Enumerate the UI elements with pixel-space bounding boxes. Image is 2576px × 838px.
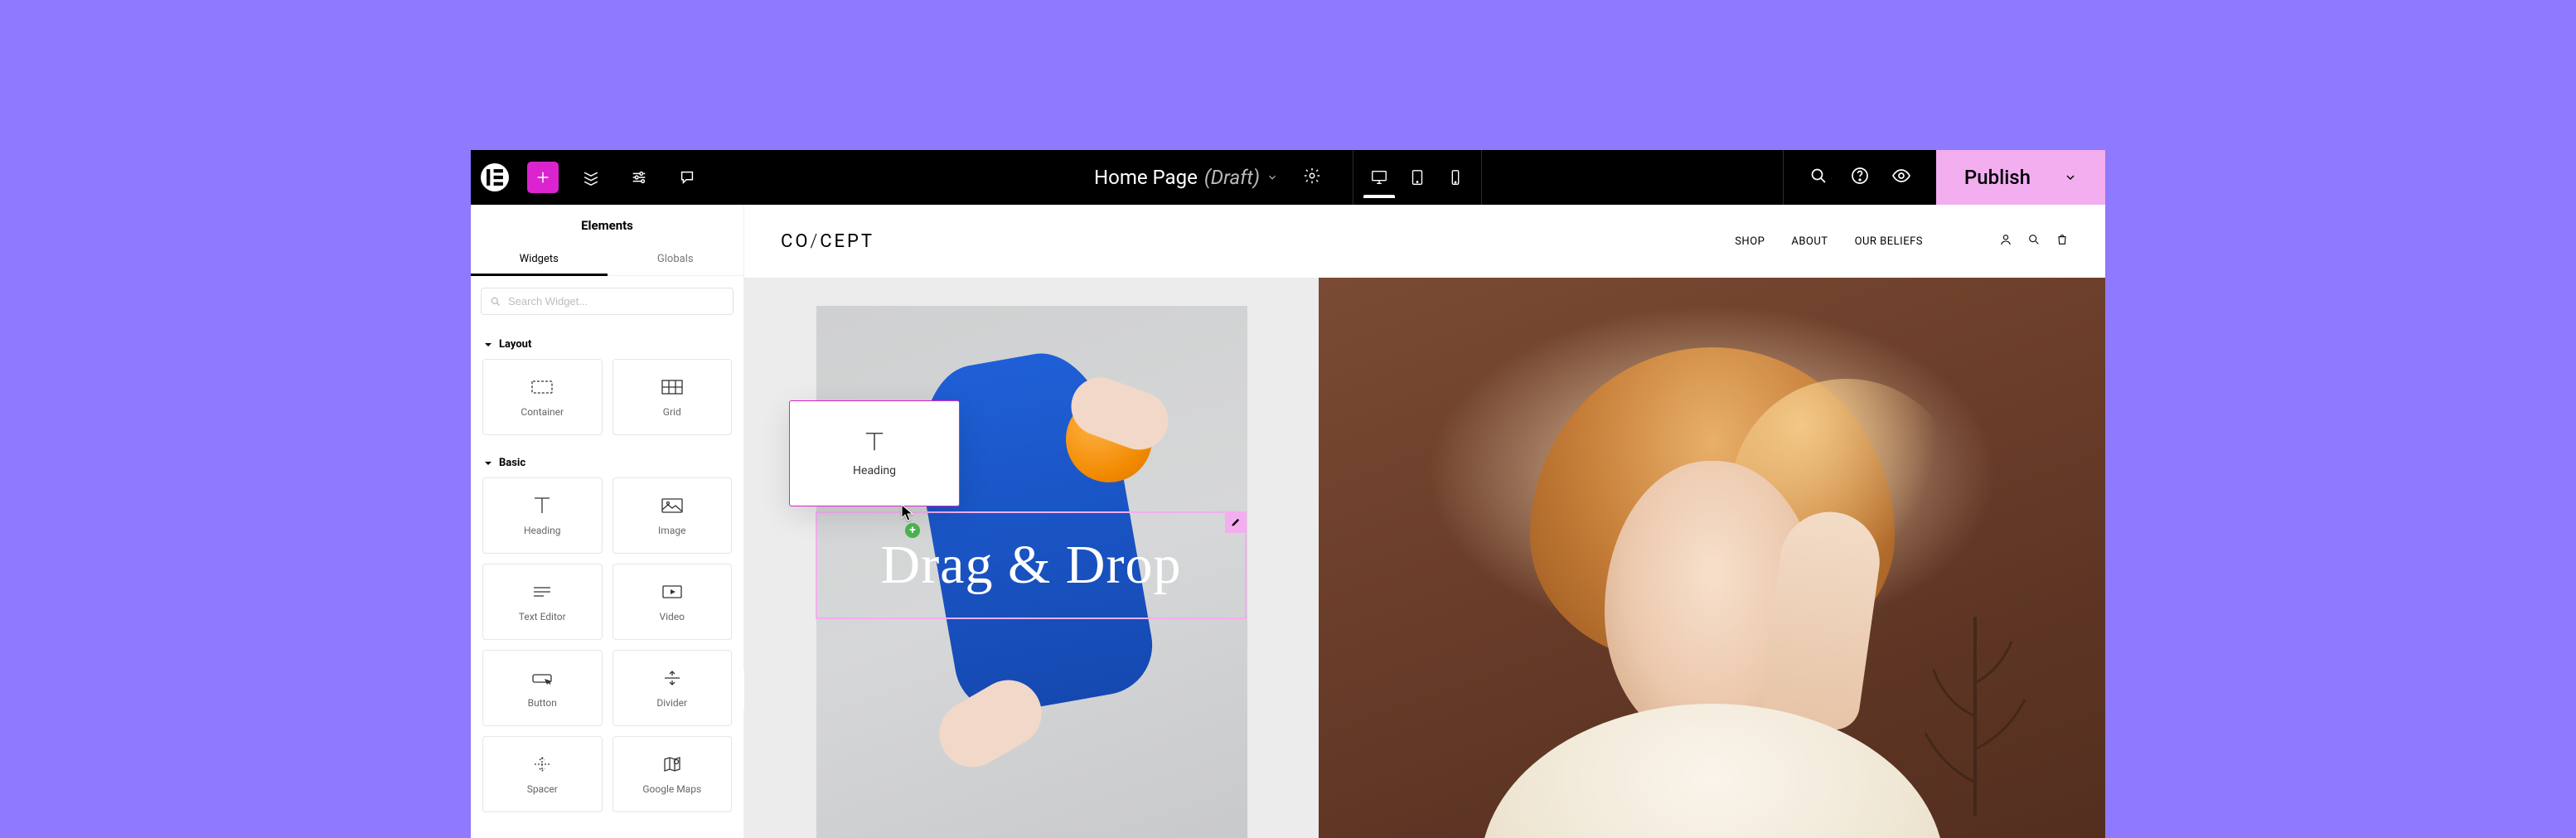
hero-image-right — [1319, 278, 2105, 838]
edit-element-handle[interactable] — [1225, 511, 1247, 533]
notes-icon[interactable] — [671, 162, 703, 193]
search-icon — [490, 296, 501, 308]
caret-down-icon — [484, 341, 492, 349]
caret-down-icon — [484, 459, 492, 467]
heading-icon — [530, 495, 554, 516]
drag-ghost-label: Heading — [853, 464, 896, 477]
section-layout-head[interactable]: Layout — [471, 327, 743, 359]
dragging-widget-ghost[interactable]: Heading — [789, 400, 960, 506]
finder-search-icon[interactable] — [1809, 166, 1828, 189]
publish-label: Publish — [1964, 166, 2031, 189]
widget-heading[interactable]: Heading — [482, 477, 603, 554]
device-desktop[interactable] — [1370, 168, 1388, 186]
section-basic-title: Basic — [499, 457, 525, 469]
drop-target[interactable]: Drag & Drop — [816, 511, 1247, 619]
widget-container[interactable]: Container — [482, 359, 603, 435]
divider-icon — [660, 667, 685, 689]
widget-label: Image — [658, 525, 685, 536]
widget-label: Divider — [656, 697, 687, 709]
editor-canvas[interactable]: CO/CEPT SHOP ABOUT OUR BELIEFS — [744, 205, 2105, 838]
help-icon[interactable] — [1850, 166, 1870, 189]
cart-icon[interactable] — [2055, 233, 2069, 249]
image-icon — [660, 495, 685, 516]
widget-google-maps[interactable]: Google Maps — [613, 736, 733, 812]
device-tablet[interactable] — [1408, 168, 1426, 186]
page-settings-icon[interactable] — [1303, 167, 1321, 188]
elements-panel: Elements Widgets Globals Layout Containe… — [471, 205, 744, 838]
add-element-button[interactable] — [527, 162, 559, 193]
publish-button[interactable]: Publish — [1936, 150, 2105, 205]
widget-spacer[interactable]: Spacer — [482, 736, 603, 812]
hero-left-column[interactable]: Heading + Drag & Drop — [744, 278, 1319, 838]
nav-about[interactable]: ABOUT — [1791, 235, 1828, 248]
drop-placeholder-text: Drag & Drop — [881, 534, 1182, 597]
grid-icon — [660, 376, 685, 398]
decorative-foliage — [1892, 617, 2058, 816]
widget-label: Container — [521, 406, 564, 418]
widget-text-editor[interactable]: Text Editor — [482, 564, 603, 640]
widget-label: Google Maps — [642, 783, 701, 795]
panel-tabs: Widgets Globals — [471, 245, 743, 276]
nav-shop[interactable]: SHOP — [1735, 235, 1765, 248]
widget-button[interactable]: Button — [482, 650, 603, 726]
tab-globals[interactable]: Globals — [608, 245, 744, 275]
widget-grid[interactable]: Grid — [613, 359, 733, 435]
widget-image[interactable]: Image — [613, 477, 733, 554]
workspace: Elements Widgets Globals Layout Containe… — [471, 205, 2105, 838]
elementor-logo[interactable] — [481, 163, 509, 191]
topbar-center: Home Page (Draft) — [1094, 150, 1482, 205]
site-settings-icon[interactable] — [623, 162, 655, 193]
panel-title: Elements — [471, 205, 743, 245]
widget-video[interactable]: Video — [613, 564, 733, 640]
drop-add-indicator: + — [905, 523, 920, 538]
search-input[interactable] — [508, 295, 724, 308]
structure-icon[interactable] — [575, 162, 607, 193]
button-icon — [530, 667, 554, 689]
app-window: Home Page (Draft) — [471, 150, 2105, 838]
preview-icon[interactable] — [1891, 166, 1911, 189]
responsive-devices — [1353, 150, 1482, 205]
tab-widgets[interactable]: Widgets — [471, 245, 608, 276]
cursor-icon — [900, 503, 915, 525]
widget-label: Grid — [663, 406, 681, 418]
section-layout-title: Layout — [499, 338, 531, 351]
widget-label: Video — [659, 611, 685, 622]
document-title[interactable]: Home Page (Draft) — [1094, 166, 1278, 189]
document-status: (Draft) — [1204, 166, 1260, 189]
widget-label: Heading — [524, 525, 561, 536]
container-icon — [530, 376, 554, 398]
search-input-wrap[interactable] — [481, 288, 734, 315]
device-mobile[interactable] — [1446, 168, 1465, 186]
widget-label: Spacer — [527, 783, 558, 795]
nav-beliefs[interactable]: OUR BELIEFS — [1855, 235, 1923, 248]
heading-icon — [860, 429, 889, 454]
spacer-icon — [530, 753, 554, 775]
site-brand[interactable]: CO/CEPT — [781, 231, 874, 252]
canvas-stage: Heading + Drag & Drop — [744, 278, 2105, 838]
section-basic-head[interactable]: Basic — [471, 445, 743, 477]
chevron-down-icon — [1266, 172, 1278, 183]
account-icon[interactable] — [1999, 233, 2012, 249]
topbar: Home Page (Draft) — [471, 150, 2105, 205]
document-name: Home Page — [1094, 166, 1198, 189]
text-editor-icon — [530, 581, 554, 603]
widget-label: Text Editor — [519, 611, 566, 622]
widget-divider[interactable]: Divider — [613, 650, 733, 726]
site-header: CO/CEPT SHOP ABOUT OUR BELIEFS — [744, 205, 2105, 278]
widget-label: Button — [528, 697, 557, 709]
map-icon — [660, 753, 685, 775]
chevron-down-icon[interactable] — [2064, 171, 2077, 184]
site-nav: SHOP ABOUT OUR BELIEFS — [1735, 233, 2069, 249]
video-icon — [660, 581, 685, 603]
search-icon[interactable] — [2027, 233, 2041, 249]
